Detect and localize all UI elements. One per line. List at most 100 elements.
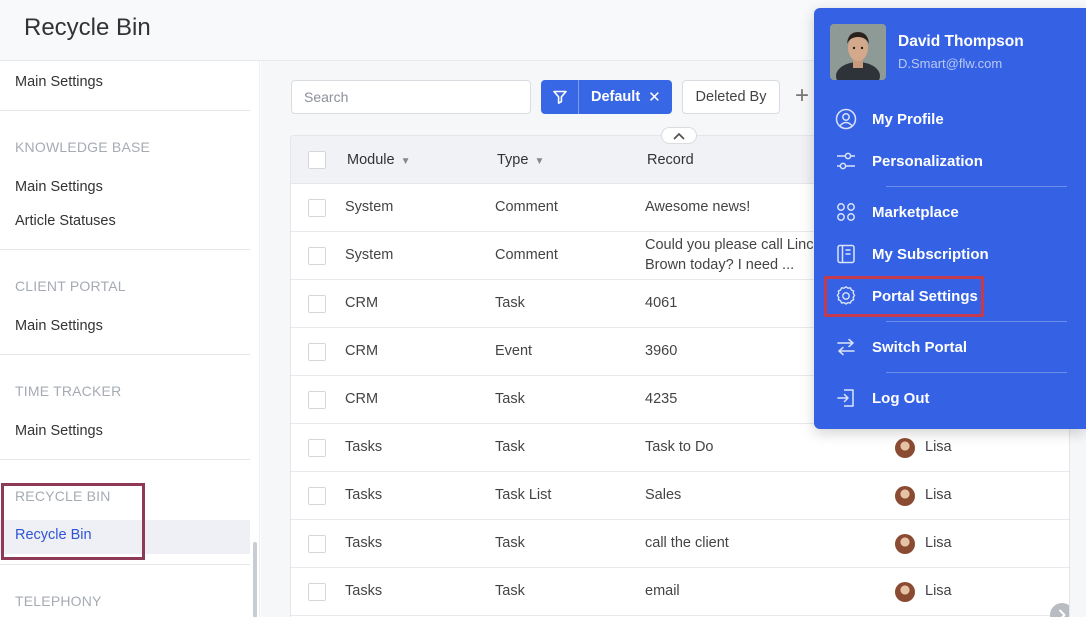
collapse-filters-toggle[interactable] (661, 127, 697, 144)
table-row[interactable]: Tasks Task call the client Lisa (291, 520, 1069, 568)
sidebar-heading-client-portal: CLIENT PORTAL (15, 278, 126, 294)
cell-type: Comment (495, 247, 558, 263)
sidebar-divider (0, 110, 250, 111)
cell-record: call the client (645, 535, 729, 551)
menu-item-marketplace[interactable]: Marketplace (834, 195, 1066, 229)
sidebar-item-cp-main-settings[interactable]: Main Settings (15, 318, 103, 334)
cell-deleted-by: Lisa (925, 535, 952, 551)
deleted-by-filter[interactable]: Deleted By (682, 80, 780, 114)
sidebar-divider (0, 459, 250, 460)
avatar (895, 582, 915, 602)
sidebar-heading-knowledge-base: KNOWLEDGE BASE (15, 139, 151, 155)
chevron-down-icon: ▼ (534, 156, 545, 167)
row-checkbox[interactable] (308, 391, 326, 409)
cell-deleted-by: Lisa (925, 439, 952, 455)
cell-module: Tasks (345, 439, 383, 455)
row-checkbox[interactable] (308, 343, 326, 361)
user-circle-icon (834, 107, 858, 131)
add-filter-button[interactable]: + (795, 84, 809, 108)
menu-item-label: Log Out (872, 389, 930, 407)
cell-record: Could you please call Linc (645, 237, 814, 253)
column-header-record[interactable]: Record (647, 152, 694, 168)
sidebar-divider (0, 249, 250, 250)
menu-divider (886, 321, 1067, 322)
menu-item-switch-portal[interactable]: Switch Portal (834, 330, 1066, 364)
cell-record: 4235 (645, 391, 678, 407)
cell-module: System (345, 199, 394, 215)
menu-item-label: Switch Portal (872, 338, 968, 356)
sidebar-item-kb-main-settings[interactable]: Main Settings (15, 179, 103, 195)
filter-default-button[interactable]: Default ✕ (541, 80, 672, 114)
table-row[interactable]: Tasks Task Task to Do Lisa (291, 424, 1069, 472)
sidebar-item-main-settings[interactable]: Main Settings (15, 74, 103, 90)
row-checkbox[interactable] (308, 439, 326, 457)
sidebar-scrollbar[interactable] (253, 542, 257, 617)
chevron-up-icon (673, 132, 685, 139)
sidebar-heading-telephony: TELEPHONY (15, 593, 102, 609)
sidebar-divider (0, 354, 250, 355)
menu-item-my-profile[interactable]: My Profile (834, 102, 1066, 136)
avatar (895, 534, 915, 554)
column-header-module[interactable]: Module ▼ (347, 152, 410, 168)
page-title: Recycle Bin (24, 14, 151, 41)
close-icon[interactable]: ✕ (648, 88, 661, 106)
cell-record-line2: Brown today? I need ... (645, 257, 795, 273)
cell-type: Task (495, 295, 525, 311)
subscription-icon (834, 242, 858, 266)
sidebar-item-tt-main-settings[interactable]: Main Settings (15, 423, 103, 439)
cell-module: CRM (345, 343, 379, 359)
menu-item-log-out[interactable]: Log Out (834, 381, 1066, 415)
chevron-down-icon: ▼ (400, 156, 411, 167)
select-all-checkbox[interactable] (308, 151, 326, 169)
menu-divider (886, 186, 1067, 187)
table-row[interactable]: Tasks Task email Lisa (291, 568, 1069, 616)
cell-record: 4061 (645, 295, 678, 311)
cell-type: Event (495, 343, 533, 359)
switch-arrows-icon (834, 335, 858, 359)
filter-icon (541, 80, 579, 114)
cell-type: Task (495, 535, 525, 551)
sidebar-item-article-statuses[interactable]: Article Statuses (15, 213, 116, 229)
row-checkbox[interactable] (308, 487, 326, 505)
sliders-icon (834, 149, 858, 173)
cell-module: CRM (345, 295, 379, 311)
portal-settings-highlight-box (824, 276, 984, 317)
cell-deleted-by: Lisa (925, 487, 952, 503)
search-input[interactable] (291, 80, 531, 114)
table-row[interactable]: Tasks Task List Sales Lisa (291, 472, 1069, 520)
menu-item-my-subscription[interactable]: My Subscription (834, 237, 1066, 271)
cell-deleted-by: Lisa (925, 583, 952, 599)
grid-icon (834, 200, 858, 224)
row-checkbox[interactable] (308, 247, 326, 265)
cell-record: Awesome news! (645, 199, 751, 215)
menu-divider (886, 372, 1067, 373)
menu-item-label: Personalization (872, 152, 983, 170)
avatar (895, 438, 915, 458)
user-dropdown-menu: David Thompson D.Smart@flw.com My Profil… (814, 8, 1086, 429)
cell-module: Tasks (345, 583, 383, 599)
menu-item-label: Marketplace (872, 203, 959, 221)
cell-record: email (645, 583, 680, 599)
recycle-bin-highlight-box (1, 483, 145, 560)
menu-item-label: My Profile (872, 110, 944, 128)
cell-record: 3960 (645, 343, 678, 359)
row-checkbox[interactable] (308, 535, 326, 553)
cell-record: Sales (645, 487, 682, 503)
cell-record: Task to Do (645, 439, 714, 455)
menu-item-label: My Subscription (872, 245, 989, 263)
column-header-type[interactable]: Type ▼ (497, 152, 544, 168)
row-checkbox[interactable] (308, 199, 326, 217)
cell-module: System (345, 247, 394, 263)
user-email: D.Smart@flw.com (898, 56, 1003, 71)
avatar (830, 24, 886, 80)
menu-item-personalization[interactable]: Personalization (834, 144, 1066, 178)
row-checkbox[interactable] (308, 583, 326, 601)
settings-sidebar: Main Settings KNOWLEDGE BASE Main Settin… (0, 61, 260, 617)
cell-type: Task List (495, 487, 552, 503)
avatar (895, 486, 915, 506)
row-checkbox[interactable] (308, 295, 326, 313)
cell-module: Tasks (345, 487, 383, 503)
chevron-right-icon[interactable] (1050, 603, 1069, 617)
cell-module: Tasks (345, 535, 383, 551)
cell-type: Comment (495, 199, 558, 215)
